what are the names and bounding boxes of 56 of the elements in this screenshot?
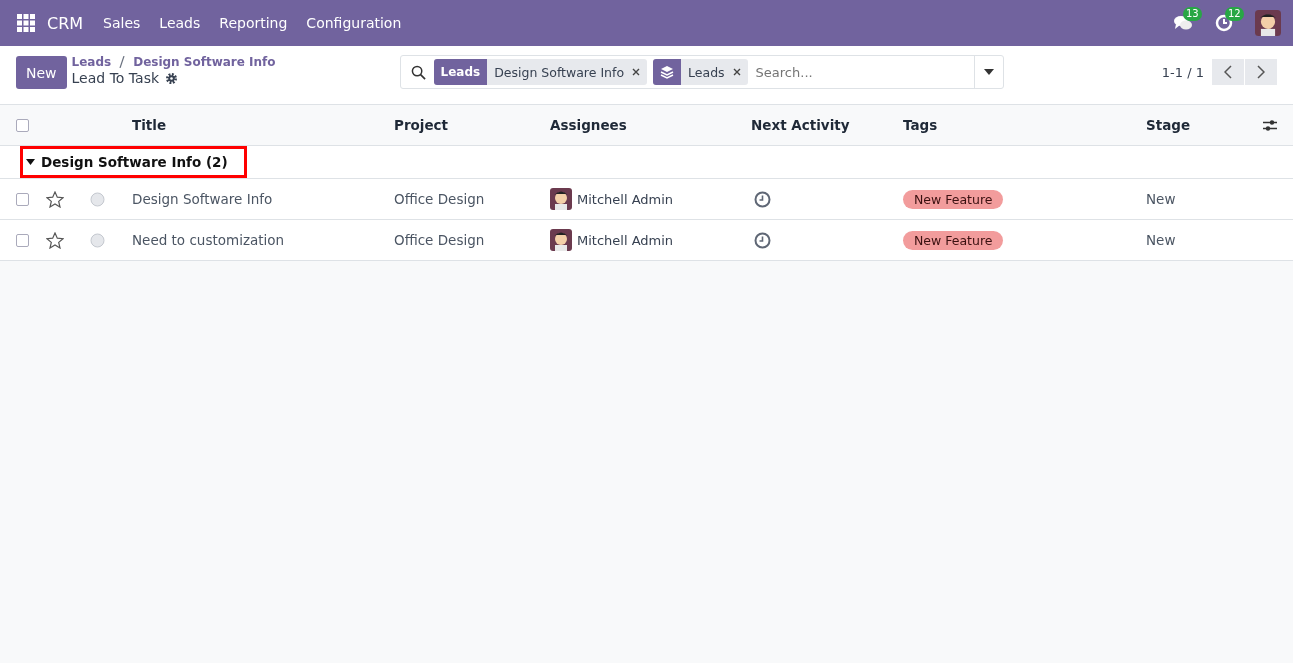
stage-value: New <box>1146 232 1177 248</box>
clock-icon[interactable] <box>754 231 771 249</box>
project-name: Office Design <box>394 232 486 248</box>
column-header[interactable]: Assignees <box>550 117 751 133</box>
chevron-right-icon <box>1257 65 1265 79</box>
pager-value: 1-1 / 1 <box>1161 64 1204 80</box>
activity-count-badge: 12 <box>1225 7 1244 21</box>
task-title: Design Software Info <box>132 191 274 207</box>
caret-icon[interactable] <box>983 69 994 75</box>
layers-icon <box>660 65 675 79</box>
breadcrumb-link[interactable]: Leads <box>71 55 112 69</box>
close-icon[interactable] <box>732 68 741 76</box>
chevron-left-icon <box>1224 65 1232 79</box>
facet-value: Leads <box>688 64 725 80</box>
tag-pill: New Feature <box>903 230 1004 250</box>
breadcrumb-link[interactable]: Design Software Info <box>133 55 276 69</box>
close-icon[interactable] <box>632 68 641 76</box>
app-name[interactable]: CRM <box>47 13 84 33</box>
caret-icon <box>26 159 35 165</box>
app-grid-icon[interactable] <box>17 14 35 32</box>
facet-label: Leads <box>433 59 488 85</box>
star-icon[interactable] <box>46 231 64 249</box>
stage-value: New <box>1146 191 1177 207</box>
assignee-avatar <box>550 229 572 251</box>
search-icon <box>410 64 426 80</box>
select-all-checkbox[interactable] <box>16 118 29 132</box>
assignee-name: Mitchell Admin <box>577 191 674 207</box>
slash-icon <box>119 56 126 68</box>
row-checkbox[interactable] <box>16 233 29 247</box>
menu-item[interactable]: Configuration <box>306 15 402 31</box>
column-header[interactable]: Next Activity <box>751 117 903 133</box>
assignee-name: Mitchell Admin <box>577 232 674 248</box>
search-bar[interactable]: Leads Design Software Info Leads Search... <box>399 55 1004 89</box>
column-header[interactable]: Stage <box>1146 117 1263 133</box>
tag-pill: New Feature <box>903 189 1004 209</box>
group-header[interactable]: Design Software Info (2) <box>20 146 247 178</box>
message-count-badge: 13 <box>1183 7 1202 21</box>
new-button[interactable]: New <box>16 56 67 89</box>
facet-value: Design Software Info <box>494 64 625 80</box>
gear-icon[interactable] <box>165 71 179 85</box>
sliders-icon[interactable] <box>1263 118 1277 132</box>
row-checkbox[interactable] <box>16 192 29 206</box>
column-header[interactable]: Project <box>394 117 550 133</box>
menu-item[interactable]: Reporting <box>219 15 288 31</box>
menu-item[interactable]: Leads <box>159 15 201 31</box>
assignee-avatar <box>550 188 572 210</box>
user-avatar <box>1255 10 1281 36</box>
clock-icon[interactable] <box>754 190 771 208</box>
column-header[interactable]: Title <box>132 117 394 133</box>
menu-item[interactable]: Sales <box>103 15 141 31</box>
project-name: Office Design <box>394 191 486 207</box>
star-icon[interactable] <box>46 190 64 208</box>
page-title: Lead To Task <box>71 70 160 86</box>
search-input[interactable]: Search... <box>753 63 974 81</box>
column-header[interactable]: Tags <box>903 117 1146 133</box>
task-title: Need to customization <box>132 232 286 248</box>
